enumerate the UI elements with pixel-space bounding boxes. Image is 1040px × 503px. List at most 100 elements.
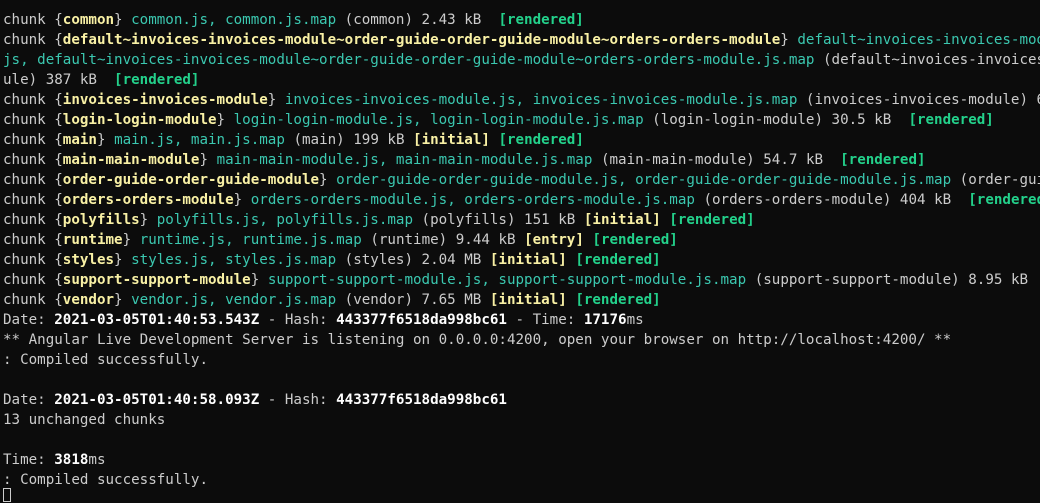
terminal-line: chunk {order-guide-order-guide-module} o…	[3, 170, 1040, 190]
terminal-output[interactable]: chunk {common} common.js, common.js.map …	[0, 0, 1040, 503]
terminal-text: styles	[62, 252, 115, 268]
terminal-line: chunk { default~invoices-invoices-module~…	[3, 30, 1040, 50]
terminal-text: [initial]	[489, 252, 567, 268]
terminal-text: }	[233, 192, 251, 208]
terminal-text: order-guide-order-guide-module	[62, 172, 320, 188]
terminal-text: support-support-module	[62, 272, 251, 288]
terminal-text: Time:	[3, 452, 55, 468]
terminal-text: chunk {	[3, 32, 63, 48]
terminal-text: }	[199, 152, 217, 168]
terminal-text: main-main-module.js, main-main-module.js…	[216, 152, 593, 168]
terminal-text: (main) 199 kB	[284, 132, 414, 148]
terminal-text: }	[319, 172, 337, 188]
terminal-text: (styles) 2.04 MB	[336, 252, 490, 268]
terminal-text: login-login-module.js, login-login-modul…	[233, 112, 644, 128]
terminal-line: : Compiled successfully.	[3, 350, 208, 370]
terminal-text: invoices-invoices-module.js, invoices-in…	[284, 92, 798, 108]
terminal-line: chunk {styles} styles.js, styles.js.map …	[3, 250, 661, 270]
terminal-text: chunk {	[3, 172, 63, 188]
terminal-line: Time: 3818ms	[3, 450, 106, 470]
terminal-text: chunk {	[3, 232, 63, 248]
terminal-text: (runtime) 9.44 kB	[361, 232, 525, 248]
terminal-line: 13 unchanged chunks	[3, 410, 165, 430]
terminal-line: chunk {runtime} runtime.js, runtime.js.m…	[3, 230, 678, 250]
terminal-text: common	[62, 12, 115, 28]
terminal-line: Date: 2021-03-05T01:40:53.543Z - Hash: 4…	[3, 310, 644, 330]
terminal-text: - Hash:	[259, 392, 337, 408]
terminal-text: order-guide-order-guide-module.js, order…	[336, 172, 952, 188]
terminal-text: 17176	[583, 312, 627, 328]
terminal-line: ule) 387 kB [rendered]	[3, 70, 199, 90]
terminal-text: orders-orders-module	[62, 192, 234, 208]
terminal-text: main-main-module	[62, 152, 200, 168]
terminal-text: : Compiled successfully.	[3, 472, 208, 488]
terminal-text: [rendered]	[840, 152, 926, 168]
terminal-text: [entry]	[524, 232, 584, 248]
terminal-text: chunk {	[3, 272, 63, 288]
terminal-text: }	[114, 292, 132, 308]
terminal-text: [rendered]	[498, 132, 584, 148]
terminal-text: }	[139, 212, 157, 228]
terminal-text: 3818	[54, 452, 89, 468]
terminal-line: chunk {orders-orders-module} orders-orde…	[3, 190, 1040, 210]
terminal-text: (vendor) 7.65 MB	[336, 292, 490, 308]
terminal-text: (common) 2.43 kB	[336, 12, 499, 28]
terminal-text: 443377f6518da998bc61	[336, 392, 507, 408]
terminal-text: main	[62, 132, 97, 148]
terminal-line: chunk {vendor} vendor.js, vendor.js.map …	[3, 290, 661, 310]
terminal-text: [rendered]	[575, 252, 661, 268]
terminal-line: chunk {main} main.js, main.js.map (main)…	[3, 130, 584, 150]
terminal-text: [rendered]	[908, 112, 994, 128]
terminal-text: }	[780, 32, 798, 48]
terminal-text: 2021-03-05T01:40:53.543Z	[54, 312, 260, 328]
terminal-text: ** Angular Live Development Server is li…	[3, 332, 952, 348]
terminal-text: invoices-invoices-module	[62, 92, 268, 108]
terminal-text: chunk {	[3, 212, 63, 228]
terminal-text: [initial]	[489, 292, 567, 308]
terminal-text: (orders-orders-module) 404 kB	[694, 192, 969, 208]
terminal-text: 2021-03-05T01:40:58.093Z	[54, 392, 260, 408]
terminal-line: js, default~invoices-invoices-module~ord…	[3, 50, 1040, 70]
terminal-text: vendor	[62, 292, 115, 308]
terminal-text: }	[267, 92, 285, 108]
terminal-text: chunk {	[3, 12, 63, 28]
terminal-text: (order-guide-order-guide-module)	[959, 172, 1040, 188]
terminal-text: (invoices-invoices-module) 60.7 kB	[805, 92, 1040, 108]
terminal-text: chunk {	[3, 292, 63, 308]
terminal-text: ule) 387 kB	[3, 72, 115, 88]
terminal-text: }	[250, 272, 268, 288]
terminal-cursor	[3, 488, 11, 502]
terminal-text: }	[114, 252, 132, 268]
terminal-text: }	[114, 12, 132, 28]
terminal-text: main.js, main.js.map	[114, 132, 285, 148]
terminal-text: (polyfills) 151 kB	[413, 212, 584, 228]
terminal-text: chunk {	[3, 192, 63, 208]
terminal-text: [rendered]	[592, 232, 678, 248]
terminal-text: runtime	[62, 232, 123, 248]
terminal-text: - Hash:	[259, 312, 337, 328]
terminal-line: chunk {invoices-invoices-module} invoice…	[3, 90, 1040, 110]
terminal-text: common.js, common.js.map	[131, 12, 337, 28]
terminal-text: [rendered]	[968, 192, 1040, 208]
terminal-text: Date:	[3, 312, 55, 328]
terminal-text: chunk {	[3, 152, 63, 168]
terminal-text: runtime.js, runtime.js.map	[139, 232, 362, 248]
terminal-text: default~invoices-invoices-module~order-g…	[797, 32, 1040, 48]
terminal-text: ms	[88, 452, 106, 468]
terminal-text: polyfills	[62, 212, 140, 228]
terminal-text: (main-main-module) 54.7 kB	[592, 152, 841, 168]
terminal-line: chunk {polyfills} polyfills.js, polyfill…	[3, 210, 755, 230]
terminal-text: vendor.js, vendor.js.map	[131, 292, 337, 308]
terminal-text: [rendered]	[114, 72, 200, 88]
terminal-text: [rendered]	[498, 12, 584, 28]
terminal-text: chunk {	[3, 92, 63, 108]
terminal-text: }	[216, 112, 234, 128]
terminal-text: (default~invoices-invoices-module~order-…	[822, 52, 1040, 68]
terminal-line: Date: 2021-03-05T01:40:58.093Z - Hash: 4…	[3, 390, 507, 410]
terminal-text: (support-support-module) 8.95 kB	[746, 272, 1040, 288]
terminal-text: js, default~invoices-invoices-module~ord…	[3, 52, 815, 68]
terminal-line: : Compiled successfully.	[3, 470, 208, 490]
terminal-text: : Compiled successfully.	[3, 352, 208, 368]
terminal-line: chunk {common} common.js, common.js.map …	[3, 10, 584, 30]
